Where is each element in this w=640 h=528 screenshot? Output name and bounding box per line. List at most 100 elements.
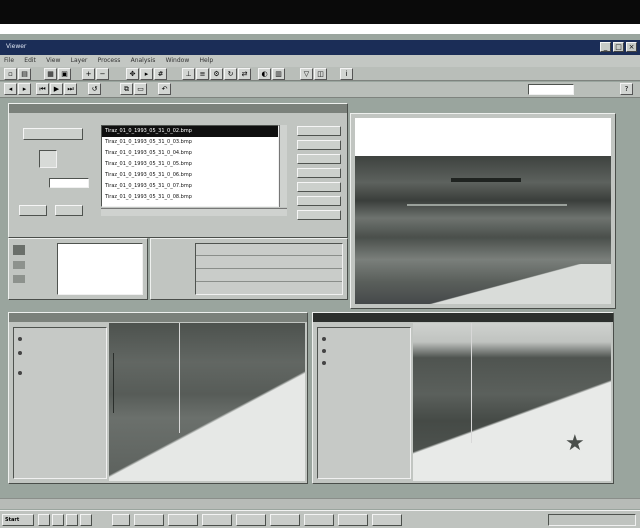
list-item[interactable]: Tiraz_01_0_1993_05_31_0_04.bmp — [102, 148, 278, 159]
contrast-icon[interactable]: ◐ — [258, 68, 271, 80]
zoom-out-icon[interactable]: − — [96, 68, 109, 80]
action-button-6[interactable] — [297, 196, 341, 206]
layers-icon[interactable]: ≡ — [196, 68, 209, 80]
channel-icon — [13, 275, 25, 283]
file-list-hscrollbar[interactable] — [101, 208, 287, 216]
quicklaunch-icon[interactable] — [80, 514, 92, 526]
image-overlay-region — [413, 323, 611, 481]
table-row[interactable] — [196, 257, 342, 269]
action-button-2[interactable] — [297, 140, 341, 150]
menu-process[interactable]: Process — [94, 55, 125, 64]
load-button[interactable] — [23, 128, 83, 140]
filter-icon[interactable]: ▽ — [300, 68, 313, 80]
menu-view[interactable]: View — [42, 55, 64, 64]
window-title-bar[interactable] — [313, 313, 613, 322]
trace-line — [179, 323, 180, 433]
option-item[interactable] — [18, 336, 25, 342]
help-icon[interactable]: ? — [620, 83, 633, 95]
measure-icon[interactable]: ⊥ — [182, 68, 195, 80]
option-item[interactable] — [322, 360, 329, 366]
zoom-in-icon[interactable]: + — [82, 68, 95, 80]
play-icon[interactable]: ▶ — [50, 83, 63, 95]
quicklaunch-icon[interactable] — [38, 514, 50, 526]
quicklaunch-icon[interactable] — [52, 514, 64, 526]
reset-button[interactable] — [55, 205, 83, 216]
menu-help[interactable]: Help — [195, 55, 217, 64]
copy-icon[interactable]: ⧉ — [120, 83, 133, 95]
quicklaunch-icon[interactable] — [66, 514, 78, 526]
forward-icon[interactable]: ▸ — [18, 83, 31, 95]
option-item[interactable] — [322, 348, 329, 354]
task-button[interactable] — [134, 514, 164, 526]
option-item[interactable] — [18, 350, 25, 356]
action-button-4[interactable] — [297, 168, 341, 178]
select-icon[interactable]: ▸ — [140, 68, 153, 80]
menu-edit[interactable]: Edit — [20, 55, 40, 64]
action-button-7[interactable] — [297, 210, 341, 220]
info-icon[interactable]: i — [340, 68, 353, 80]
task-button[interactable] — [338, 514, 368, 526]
pan-icon[interactable]: ✥ — [126, 68, 139, 80]
option-item[interactable] — [18, 370, 25, 376]
settings-icon[interactable]: ⚙ — [210, 68, 223, 80]
dialog-title-bar[interactable] — [9, 104, 347, 113]
table-row[interactable] — [196, 270, 342, 282]
print-icon[interactable]: ▣ — [58, 68, 71, 80]
table-body — [195, 243, 343, 295]
menu-analysis[interactable]: Analysis — [127, 55, 160, 64]
list-item[interactable]: Tiraz_01_0_1993_05_31_0_07.bmp — [102, 181, 278, 192]
option-item[interactable] — [322, 336, 329, 342]
menu-layer[interactable]: Layer — [67, 55, 92, 64]
back-icon[interactable]: ◂ — [4, 83, 17, 95]
window-title: Viewer — [6, 43, 27, 50]
new-icon[interactable]: ▫ — [4, 68, 17, 80]
task-button[interactable] — [270, 514, 300, 526]
trace-line — [113, 353, 114, 413]
task-button[interactable] — [202, 514, 232, 526]
overlay-icon[interactable]: ◫ — [314, 68, 327, 80]
action-button-3[interactable] — [297, 154, 341, 164]
zoom-field[interactable] — [528, 84, 574, 95]
file-list-scrollbar[interactable] — [279, 125, 287, 207]
open-icon[interactable]: ▤ — [18, 68, 31, 80]
rotate-icon[interactable]: ↻ — [224, 68, 237, 80]
top-border — [0, 0, 640, 24]
histogram-icon[interactable]: ▥ — [272, 68, 285, 80]
task-button[interactable] — [112, 514, 130, 526]
first-frame-icon[interactable]: ⏮ — [36, 83, 49, 95]
list-item[interactable]: Tiraz_01_0_1993_05_31_0_02.bmp — [102, 126, 278, 137]
task-button[interactable] — [168, 514, 198, 526]
menu-window[interactable]: Window — [162, 55, 194, 64]
last-frame-icon[interactable]: ⏭ — [64, 83, 77, 95]
save-icon[interactable]: ▦ — [44, 68, 57, 80]
close-icon[interactable]: × — [626, 42, 637, 52]
task-button[interactable] — [372, 514, 402, 526]
toolbar-primary: ▫ ▤ ▦ ▣ + − ✥ ▸ # ⊥ ≡ ⚙ ↻ ⇄ ◐ ▥ ▽ ◫ i — [0, 67, 640, 81]
thumbnail-canvas — [57, 243, 143, 295]
paste-icon[interactable]: ▭ — [134, 83, 147, 95]
value-field[interactable] — [49, 178, 89, 188]
flip-icon[interactable]: ⇄ — [238, 68, 251, 80]
file-list[interactable]: Tiraz_01_0_1993_05_31_0_02.bmp Tiraz_01_… — [101, 125, 279, 207]
menu-file[interactable]: File — [0, 55, 18, 64]
undo-icon[interactable]: ↶ — [158, 83, 171, 95]
task-button[interactable] — [236, 514, 266, 526]
window-title-bar[interactable] — [9, 313, 307, 322]
start-button[interactable]: Start — [2, 514, 34, 526]
trace-line — [471, 323, 472, 443]
action-button-5[interactable] — [297, 182, 341, 192]
list-item[interactable]: Tiraz_01_0_1993_05_31_0_08.bmp — [102, 192, 278, 203]
list-item[interactable]: Tiraz_01_0_1993_05_31_0_06.bmp — [102, 170, 278, 181]
apply-button[interactable] — [19, 205, 47, 216]
task-button[interactable] — [304, 514, 334, 526]
table-row[interactable] — [196, 244, 342, 256]
list-item[interactable]: Tiraz_01_0_1993_05_31_0_05.bmp — [102, 159, 278, 170]
refresh-icon[interactable]: ↺ — [88, 83, 101, 95]
maximize-icon[interactable]: □ — [613, 42, 624, 52]
grid-icon[interactable]: # — [154, 68, 167, 80]
list-item[interactable]: Tiraz_01_0_1993_05_31_0_03.bmp — [102, 137, 278, 148]
minimize-icon[interactable]: _ — [600, 42, 611, 52]
action-button-1[interactable] — [297, 126, 341, 136]
table-row[interactable] — [196, 283, 342, 295]
main-title-bar[interactable]: Viewer _ □ × — [0, 40, 640, 55]
